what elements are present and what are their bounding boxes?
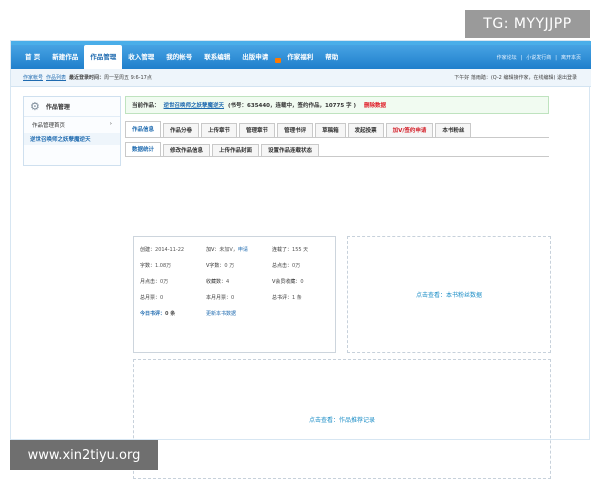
main-content: 当前作品： 逆世召唤师之妖孽魔逆天 (书号：635440，连载中，签约作品，10… (125, 96, 551, 479)
stat-cell: 更新本书数据 (206, 306, 272, 322)
sidebar-item-book[interactable]: 逆世召唤师之妖孽魔逆天 (24, 133, 120, 145)
stat-value: 1.08万 (155, 263, 172, 269)
stat-cell: V字数：0 万 (206, 258, 272, 274)
stat-value: 0 (160, 295, 164, 301)
tab-8[interactable]: 本书粉丝 (435, 123, 472, 137)
fans-data-link[interactable]: 点击查看：本书粉丝数据 (347, 236, 551, 353)
stat-cell: 本月月票：0 (206, 290, 272, 306)
stat-value: 155 天 (292, 247, 309, 253)
nav-item-4[interactable]: 我的帐号 (160, 45, 198, 69)
stat-cell: V会员收藏：0 (272, 274, 338, 290)
stat-cell: 连载了：155 天 (272, 242, 338, 258)
subtab-3[interactable]: 设置作品连载状态 (261, 144, 320, 156)
sidebar-title: 作品管理 (45, 104, 70, 111)
breadcrumb-link-account[interactable]: 作家帐号 (23, 74, 43, 81)
breadcrumb-link-works[interactable]: 作品列表 (46, 74, 66, 81)
stat-value: 0 (300, 279, 304, 285)
work-tabs: 作品信息 作品分卷 上传章节 管理章节 管理书评 草稿箱 发起投票 加V/签约申请 本书粉丝 (125, 121, 549, 138)
stat-link[interactable]: 更新本书数据 (206, 311, 236, 317)
stat-value: 0 万 (224, 263, 235, 269)
nav-item-1[interactable]: 新建作品 (46, 45, 84, 69)
watermark-top: TG: MYYJJPP (465, 10, 590, 38)
gear-icon: ⚙ (30, 100, 40, 113)
nav-right-link[interactable]: 作家论坛 (495, 55, 519, 61)
chevron-right-icon: › (109, 121, 112, 127)
sidebar-item-works-home[interactable]: 作品管理首页 › (24, 117, 120, 133)
current-work-label: 当前作品： (132, 103, 160, 109)
stat-value: 未加V， (219, 247, 238, 253)
nav-item-2[interactable]: 作品管理 (84, 45, 123, 69)
stat-cell: 字数：1.08万 (140, 258, 206, 274)
nav-right-link[interactable]: 小说发行商 (524, 55, 553, 61)
stat-cell: 总月票：0 (140, 290, 206, 306)
stat-value: 1 条 (292, 295, 302, 301)
stat-label: 月点击： (140, 279, 161, 285)
stat-cell: 创建：2014-11-22 (140, 242, 206, 258)
tab-3[interactable]: 管理章节 (239, 123, 276, 137)
stat-label: 创建： (140, 247, 156, 253)
tab-2[interactable]: 上传章节 (201, 123, 238, 137)
stat-label: 加V： (206, 247, 220, 253)
tab-7[interactable]: 加V/签约申请 (385, 123, 434, 137)
stat-label: 总点击： (272, 263, 293, 269)
nav-item-8[interactable]: 帮助 (319, 45, 344, 69)
user-greeting: 下午好 落雨踏：(Q-2 编辑接作家，在线编辑) 退出登录 (454, 75, 577, 81)
stat-label: 总书评： (272, 295, 293, 301)
top-nav: 首 页新建作品 作品管理 收入管理 我的帐号 联系编辑 出版申请 作家福利 帮助 作家论坛 | 小说… (11, 41, 591, 69)
stat-label: 连载了： (272, 247, 293, 253)
nav-item-7[interactable]: 作家福利 (281, 45, 319, 69)
last-login-value: 周一至周五 9:6-17点 (104, 75, 152, 81)
stat-label: V会员收藏： (272, 279, 301, 285)
stat-value: 0 条 (165, 311, 176, 317)
stat-label: 今日书评： (140, 311, 166, 317)
stat-cell: 月点击：0万 (140, 274, 206, 290)
stat-value: 2014-11-22 (155, 247, 185, 253)
stat-value: 0万 (292, 263, 301, 269)
work-subtabs: 数据统计 修改作品信息 上传作品封面 设置作品连载状态 (125, 142, 549, 157)
sidebar: ⚙ 作品管理 作品管理首页 › 逆世召唤师之妖孽魔逆天 (23, 96, 121, 166)
stat-label: 收藏数： (206, 279, 227, 285)
subtab-2[interactable]: 上传作品封面 (212, 144, 260, 156)
watermark-bottom: www.xin2tiyu.org (10, 440, 158, 470)
stat-label: 本月月票： (206, 295, 232, 301)
stat-value: 0万 (160, 279, 169, 285)
stat-value: 0 (231, 295, 235, 301)
tab-5[interactable]: 草稿箱 (315, 123, 346, 137)
last-login-label: 最近登录时间： (69, 75, 105, 81)
tab-4[interactable]: 管理书评 (277, 123, 314, 137)
current-work-link[interactable]: 逆世召唤师之妖孽魔逆天 (164, 101, 225, 109)
nav-item-0[interactable]: 首 页 (19, 45, 46, 69)
stat-label: 总月票： (140, 295, 161, 301)
stat-cell: 加V：未加V，申请 (206, 242, 272, 258)
current-work-status: (书号：635440，连载中，签约作品，10775 字 ) (228, 103, 356, 109)
current-work-bar: 当前作品： 逆世召唤师之妖孽魔逆天 (书号：635440，连载中，签约作品，10… (125, 96, 549, 114)
nav-item-6[interactable]: 出版申请 (236, 45, 274, 69)
stat-value: 4 (226, 279, 230, 285)
nav-item-3[interactable]: 收入管理 (122, 45, 160, 69)
tab-1[interactable]: 作品分卷 (163, 123, 200, 137)
stat-cell: 收藏数：4 (206, 274, 272, 290)
sidebar-header: ⚙ 作品管理 (24, 97, 120, 117)
stats-panel: 创建：2014-11-22 加V：未加V，申请 连载了：155 天字数：1.08万 V… (133, 236, 336, 353)
nav-item-5[interactable]: 联系编辑 (198, 45, 236, 69)
records-link[interactable]: 点击查看：作品推荐记录 (133, 359, 551, 479)
delete-data-link[interactable]: 删除数据 (364, 101, 386, 109)
stat-link[interactable]: 申请 (238, 247, 248, 253)
stat-label: 字数： (140, 263, 156, 269)
tab-6[interactable]: 发起投票 (347, 123, 384, 137)
stat-cell: 今日书评：0 条 (140, 306, 206, 322)
subtab-1[interactable]: 修改作品信息 (163, 144, 211, 156)
tab-0[interactable]: 作品信息 (125, 121, 162, 137)
stat-cell: 总点击：0万 (272, 258, 338, 274)
stat-label: V字数： (206, 263, 225, 269)
sub-bar: 作家帐号 作品列表 最近登录时间： 周一至周五 9:6-17点 下午好 落雨踏：… (11, 69, 591, 87)
sidebar-item-label: 作品管理首页 (32, 123, 66, 129)
app-frame: 首 页新建作品 作品管理 收入管理 我的帐号 联系编辑 出版申请 作家福利 帮助 作家论坛 | 小说… (10, 40, 591, 479)
nav-right-link[interactable]: 离开本页 (559, 55, 583, 61)
subtab-0[interactable]: 数据统计 (125, 142, 162, 156)
stat-cell: 总书评：1 条 (272, 290, 338, 306)
nav-right-links: 作家论坛 | 小说发行商 | 离开本页 (495, 54, 591, 61)
